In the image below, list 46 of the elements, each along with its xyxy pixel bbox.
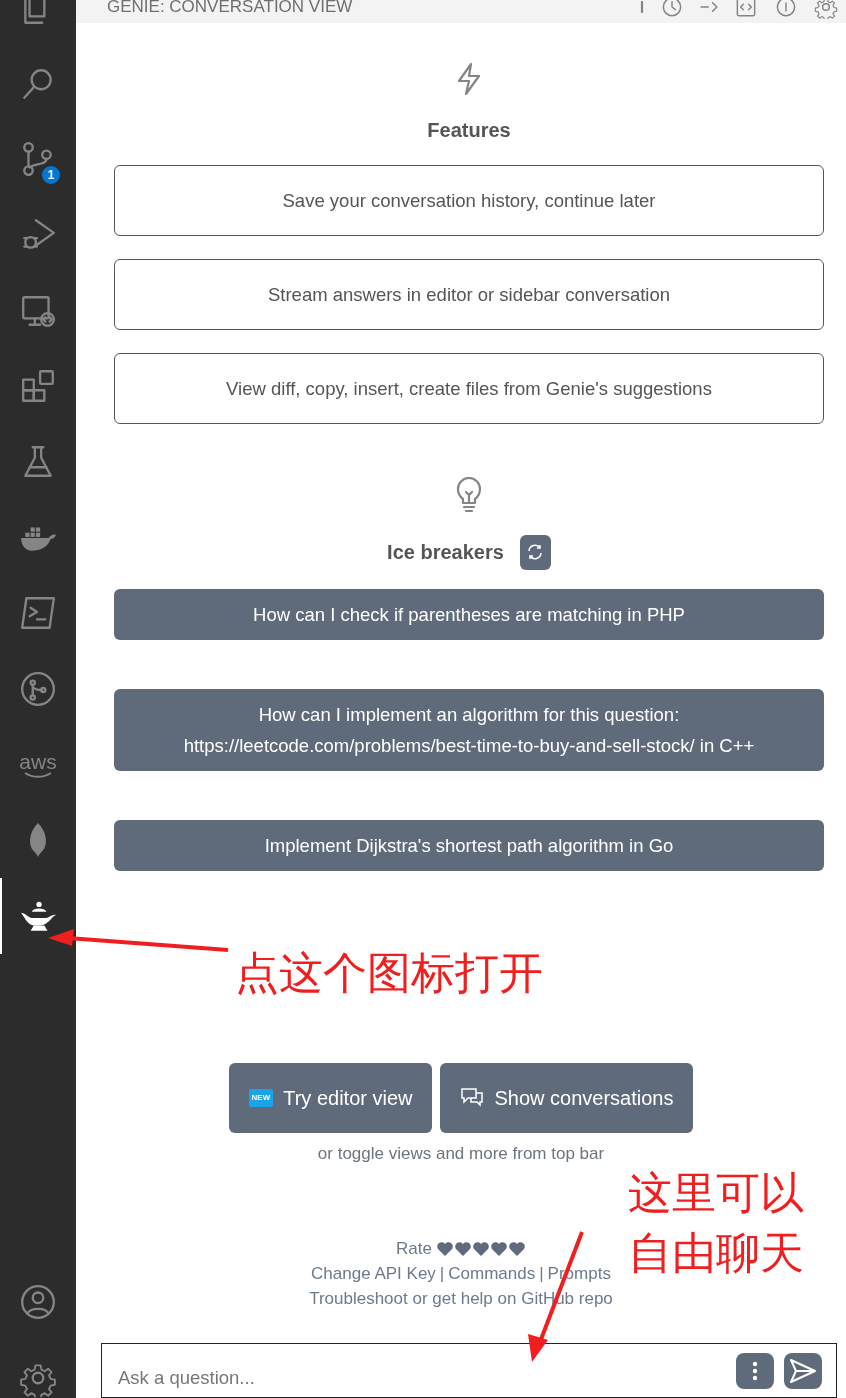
ice-breaker-button[interactable]: How can I implement an algorithm for this question: https://leetcode.com/problems/best-time-to-buy-and-sell-stock/ in C++: [114, 688, 824, 771]
chat-icon: [460, 1086, 485, 1109]
refresh-icon: [526, 543, 545, 562]
footer-link[interactable]: Change API Key: [311, 1261, 436, 1287]
separator: |: [439, 1263, 445, 1286]
activity-bar-item[interactable]: 1: [0, 121, 76, 198]
ice-breaker-button[interactable]: How can I check if parentheses are matching in PHP: [114, 588, 824, 640]
heart-icon[interactable]: [489, 1240, 508, 1257]
heart-icon[interactable]: [435, 1240, 454, 1257]
history-icon: [660, 0, 684, 19]
settings-icon: [814, 0, 838, 19]
hint-text: or toggle views and more from top bar: [316, 1142, 606, 1165]
feature-card: Stream answers in editor or sidebar conversation: [114, 258, 824, 330]
annotation-text: 点这个图标打开: [235, 946, 543, 1000]
more-button[interactable]: [736, 1353, 774, 1390]
heart-icon[interactable]: [507, 1240, 526, 1257]
feature-card: View diff, copy, insert, create files from Genie's suggestions: [114, 352, 824, 424]
panel-title: GENIE: CONVERSATION VIEW: [107, 0, 353, 15]
account-icon: [19, 1283, 57, 1322]
new-badge: NEW: [248, 1088, 274, 1107]
section-title: Ice breakers: [387, 540, 504, 566]
git-graph-icon: [19, 670, 57, 709]
badge: 1: [40, 164, 62, 187]
feature-card: Save your conversation history, continue later: [114, 164, 824, 236]
question-input[interactable]: Ask a question...: [101, 1343, 837, 1398]
rate-label: Rate: [396, 1238, 432, 1261]
send-button[interactable]: [784, 1353, 822, 1390]
smile-icon: [23, 771, 53, 779]
ice-breaker-button[interactable]: Implement Dijkstra's shortest path algorithm in Go: [114, 819, 824, 871]
action-button[interactable]: NEW Try editor view: [228, 1062, 433, 1133]
send-icon: [788, 1357, 818, 1386]
footer-link[interactable]: Commands: [448, 1261, 536, 1287]
info-icon: [774, 0, 798, 19]
divider-icon: [640, 0, 644, 13]
activity-bar-item[interactable]: aws: [0, 726, 76, 803]
action-button[interactable]: Show conversations: [440, 1062, 694, 1133]
section-title: Features: [427, 117, 511, 143]
heart-icon[interactable]: [471, 1240, 490, 1257]
annotation-text: 这里可以 自由聊天: [628, 1166, 804, 1280]
aws-logo-text: aws: [19, 750, 57, 772]
heart-icon[interactable]: [453, 1240, 472, 1257]
question-field[interactable]: Ask a question...: [116, 1363, 726, 1394]
separator: |: [539, 1263, 544, 1286]
code-icon: [734, 0, 758, 19]
arrow-icon: [700, 1, 718, 12]
refresh-button[interactable]: [519, 534, 551, 570]
